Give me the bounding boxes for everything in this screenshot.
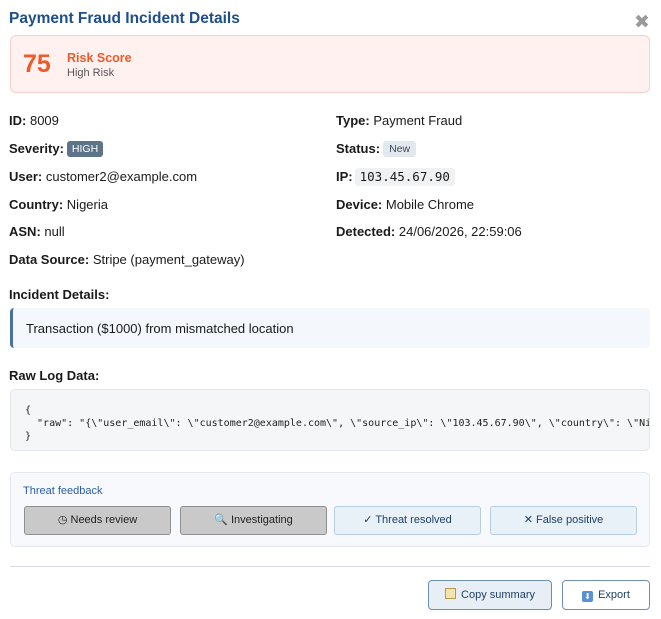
raw-log-text: { "raw": "{\"user_email\": \"customer2@e…	[25, 405, 649, 442]
field-data-source: Data Source: Stripe (payment_gateway)	[9, 252, 245, 268]
field-ip-label: IP:	[336, 169, 353, 184]
risk-score-label: Risk Score	[67, 51, 132, 65]
status-badge: New	[383, 141, 417, 157]
footer-divider	[10, 566, 650, 567]
incident-details-heading: Incident Details:	[9, 287, 110, 302]
field-device-value: Mobile Chrome	[385, 197, 475, 212]
risk-level: High Risk	[67, 67, 115, 79]
field-type-value: Payment Fraud	[373, 113, 463, 128]
field-country-value: Nigeria	[66, 197, 108, 212]
field-detected: Detected: 24/06/2026, 22:59:06	[336, 224, 522, 240]
field-id: ID: 8009	[9, 113, 59, 129]
field-detected-value: 24/06/2026, 22:59:06	[398, 224, 522, 239]
field-asn-value: null	[44, 224, 65, 239]
field-severity-label: Severity:	[9, 141, 64, 156]
threat-feedback-title: Threat feedback	[23, 485, 103, 497]
field-detected-label: Detected:	[336, 224, 396, 239]
download-icon: ⬇	[582, 591, 594, 602]
threat-resolved-button[interactable]: ✓ Threat resolved	[334, 506, 481, 535]
field-country-label: Country:	[9, 197, 64, 212]
copy-summary-button[interactable]: Copy summary	[428, 580, 552, 610]
investigating-button[interactable]: 🔍 Investigating	[180, 506, 327, 535]
field-status-label: Status:	[336, 141, 381, 156]
false-positive-button[interactable]: ✕ False positive	[490, 506, 637, 535]
field-device-label: Device:	[336, 197, 383, 212]
copy-summary-label: Copy summary	[461, 589, 535, 601]
field-type: Type: Payment Fraud	[336, 113, 462, 129]
export-button[interactable]: ⬇ Export	[562, 580, 650, 610]
field-user-value: customer2@example.com	[45, 169, 198, 184]
severity-badge: HIGH	[66, 141, 104, 157]
field-user-label: User:	[9, 169, 43, 184]
export-label: Export	[598, 589, 630, 601]
field-device: Device: Mobile Chrome	[336, 197, 474, 213]
close-icon[interactable]: ✖	[634, 13, 650, 32]
threat-feedback-panel: Threat feedback ◷ Needs review 🔍 Investi…	[10, 472, 650, 547]
raw-log-panel[interactable]: { "raw": "{\"user_email\": \"customer2@e…	[10, 389, 650, 451]
field-ip: IP: 103.45.67.90	[336, 168, 455, 186]
field-status: Status: New	[336, 141, 417, 157]
field-user: User: customer2@example.com	[9, 169, 197, 185]
field-type-label: Type:	[336, 113, 370, 128]
field-ip-value: 103.45.67.90	[354, 168, 455, 186]
field-id-label: ID:	[9, 113, 27, 128]
field-id-value: 8009	[29, 113, 59, 128]
raw-log-heading: Raw Log Data:	[9, 368, 100, 383]
field-severity: Severity: HIGH	[9, 141, 104, 157]
clipboard-icon	[445, 588, 457, 599]
incident-details-panel: Transaction ($1000) from mismatched loca…	[10, 308, 650, 348]
field-country: Country: Nigeria	[9, 197, 108, 213]
risk-score-value: 75	[23, 50, 51, 78]
field-asn-label: ASN:	[9, 224, 41, 239]
field-asn: ASN: null	[9, 224, 65, 240]
incident-details-text: Transaction ($1000) from mismatched loca…	[26, 321, 294, 336]
field-data-source-label: Data Source:	[9, 252, 90, 267]
needs-review-button[interactable]: ◷ Needs review	[24, 506, 171, 535]
field-data-source-value: Stripe (payment_gateway)	[92, 252, 245, 267]
risk-score-panel: 75 Risk Score High Risk	[10, 35, 650, 93]
dialog-title: Payment Fraud Incident Details	[9, 10, 240, 27]
